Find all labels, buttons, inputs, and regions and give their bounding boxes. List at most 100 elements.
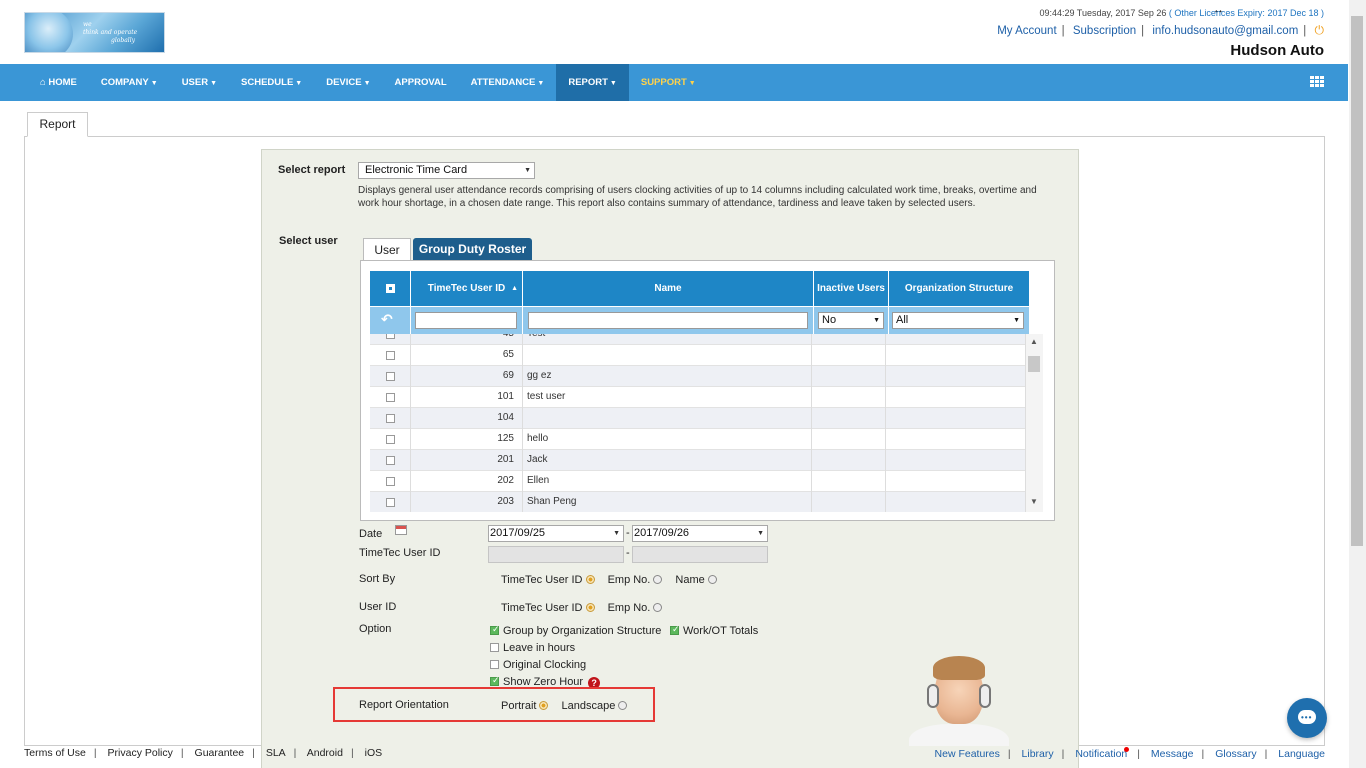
footer-right-links: New Features | Library | Notification | Mes… xyxy=(934,747,1325,760)
col-org[interactable]: Organization Structure xyxy=(889,271,1029,306)
nav-user[interactable]: USER ▼ xyxy=(170,64,229,101)
email-link[interactable]: info.hudsonauto@gmail.com xyxy=(1152,25,1298,37)
ios-link[interactable]: iOS xyxy=(365,747,383,759)
sort-name-radio[interactable] xyxy=(707,575,717,584)
reset-filter-icon[interactable]: ↶ xyxy=(370,307,411,334)
table-row[interactable]: 203 Shan Peng xyxy=(370,492,1026,512)
sort-userid-radio[interactable] xyxy=(585,575,595,584)
userid-timetec-radio[interactable] xyxy=(585,603,595,612)
nav-company[interactable]: COMPANY ▼ xyxy=(89,64,170,101)
glossary-link[interactable]: Glossary xyxy=(1215,748,1256,760)
sla-link[interactable]: SLA xyxy=(266,747,286,759)
licence-expiry-link[interactable]: ( Other Licences Expiry: 2017 Dec 18 ) xyxy=(1169,8,1324,18)
nav-attendance[interactable]: ATTENDANCE ▼ xyxy=(459,64,557,101)
account-links: My Account | Subscription | info.hudsonaut… xyxy=(997,23,1325,37)
option-work-ot[interactable]: Work/OT Totals xyxy=(670,624,758,637)
col-inactive[interactable]: Inactive Users xyxy=(814,271,889,306)
nav-device[interactable]: DEVICE ▼ xyxy=(314,64,382,101)
nav-report[interactable]: REPORT ▼ xyxy=(556,64,629,101)
group-org-checkbox xyxy=(490,624,500,635)
row-checkbox[interactable] xyxy=(385,456,395,465)
my-account-link[interactable]: My Account xyxy=(997,25,1056,37)
globe-graphic xyxy=(25,13,73,52)
org-filter-select[interactable]: All ▼ xyxy=(892,312,1024,329)
col-userid[interactable]: TimeTec User ID ▲ xyxy=(411,271,523,306)
row-checkbox[interactable] xyxy=(385,393,395,402)
landscape-radio[interactable] xyxy=(618,701,628,710)
caret-down-icon: ▼ xyxy=(363,80,371,87)
support-agent-avatar[interactable] xyxy=(903,650,1013,746)
guarantee-link[interactable]: Guarantee xyxy=(195,747,245,759)
col-name[interactable]: Name xyxy=(523,271,814,306)
option-group-org[interactable]: Group by Organization Structure xyxy=(490,624,661,637)
sort-empno-radio[interactable] xyxy=(653,575,663,584)
table-row[interactable]: 202 Ellen xyxy=(370,471,1026,492)
userid-from-field[interactable] xyxy=(488,546,624,563)
message-link[interactable]: Message xyxy=(1151,748,1194,760)
date-from-select[interactable]: 2017/09/25 ▼ xyxy=(488,525,624,542)
report-select[interactable]: Electronic Time Card ▼ xyxy=(358,162,535,179)
nav-schedule[interactable]: SCHEDULE ▼ xyxy=(229,64,314,101)
tab-group-duty-roster[interactable]: Group Duty Roster xyxy=(413,238,532,261)
company-logo[interactable]: we think and operate globally xyxy=(24,12,165,53)
nav-approval[interactable]: APPROVAL xyxy=(383,64,459,101)
notification-link[interactable]: Notification xyxy=(1075,748,1127,760)
row-checkbox[interactable] xyxy=(385,351,395,360)
apps-grid-icon[interactable] xyxy=(1310,76,1324,88)
userid-empno-radio[interactable] xyxy=(653,603,663,612)
userid-to-field[interactable] xyxy=(632,546,768,563)
android-link[interactable]: Android xyxy=(307,747,343,759)
row-checkbox[interactable] xyxy=(385,414,395,423)
option-original-clocking[interactable]: Original Clocking xyxy=(490,659,586,671)
row-checkbox[interactable] xyxy=(385,435,395,444)
row-checkbox[interactable] xyxy=(385,498,395,507)
table-scrollbar[interactable]: ▲ ▼ xyxy=(1026,334,1043,512)
user-rows: 45 Test 65 69 gg ez 101 test user 104 xyxy=(370,334,1026,512)
table-row[interactable]: 65 xyxy=(370,345,1026,366)
language-link[interactable]: Language xyxy=(1278,748,1325,760)
row-checkbox[interactable] xyxy=(385,372,395,381)
userid-filter-input[interactable] xyxy=(415,312,517,329)
footer-left-links: Terms of Use | Privacy Policy | Guarantee |… xyxy=(24,747,383,759)
power-icon[interactable]: ⏻ xyxy=(1315,23,1325,37)
table-row[interactable]: 69 gg ez xyxy=(370,366,1026,387)
option-leave-hours[interactable]: Leave in hours xyxy=(490,642,575,654)
row-checkbox[interactable] xyxy=(385,334,395,339)
select-all-checkbox[interactable] xyxy=(370,271,411,306)
name-filter-input[interactable] xyxy=(528,312,808,329)
date-to-select[interactable]: 2017/09/26 ▼ xyxy=(632,525,768,542)
chevron-down-icon: ▼ xyxy=(524,167,531,174)
row-checkbox[interactable] xyxy=(385,477,395,486)
library-link[interactable]: Library xyxy=(1022,748,1054,760)
home-icon: ⌂ xyxy=(40,77,46,88)
caret-down-icon: ▼ xyxy=(295,80,303,87)
scroll-up-icon[interactable]: ▲ xyxy=(1030,337,1038,346)
tab-user[interactable]: User xyxy=(363,238,411,261)
table-row[interactable]: 101 test user xyxy=(370,387,1026,408)
nav-home[interactable]: ⌂ HOME xyxy=(28,64,89,101)
nav-support[interactable]: SUPPORT ▼ xyxy=(629,64,708,101)
chat-button[interactable]: ••• xyxy=(1287,698,1327,738)
table-row[interactable]: 104 xyxy=(370,408,1026,429)
privacy-link[interactable]: Privacy Policy xyxy=(108,747,173,759)
page-scrollbar[interactable] xyxy=(1349,0,1366,768)
inactive-filter-select[interactable]: No ▼ xyxy=(818,312,884,329)
calendar-icon[interactable] xyxy=(395,525,407,535)
work-ot-checkbox xyxy=(670,624,680,635)
scroll-down-icon[interactable]: ▼ xyxy=(1030,497,1038,506)
new-features-link[interactable]: New Features xyxy=(935,748,1000,760)
server-datetime: 09:44:29 Tuesday, 2017 Sep 26 ( Other Li… xyxy=(1039,8,1324,18)
user-id-label: User ID xyxy=(359,601,397,613)
table-scroll-thumb[interactable] xyxy=(1028,356,1040,372)
original-clocking-checkbox xyxy=(490,660,499,669)
table-row[interactable]: 125 hello xyxy=(370,429,1026,450)
portrait-radio[interactable] xyxy=(539,701,549,710)
table-row[interactable]: 45 Test xyxy=(370,334,1026,345)
caret-down-icon: ▼ xyxy=(537,80,545,87)
terms-link[interactable]: Terms of Use xyxy=(24,747,86,759)
table-row[interactable]: 201 Jack xyxy=(370,450,1026,471)
scroll-thumb[interactable] xyxy=(1351,16,1363,546)
subscription-link[interactable]: Subscription xyxy=(1073,25,1136,37)
leave-hours-checkbox xyxy=(490,643,499,652)
tab-report[interactable]: Report xyxy=(27,112,88,137)
